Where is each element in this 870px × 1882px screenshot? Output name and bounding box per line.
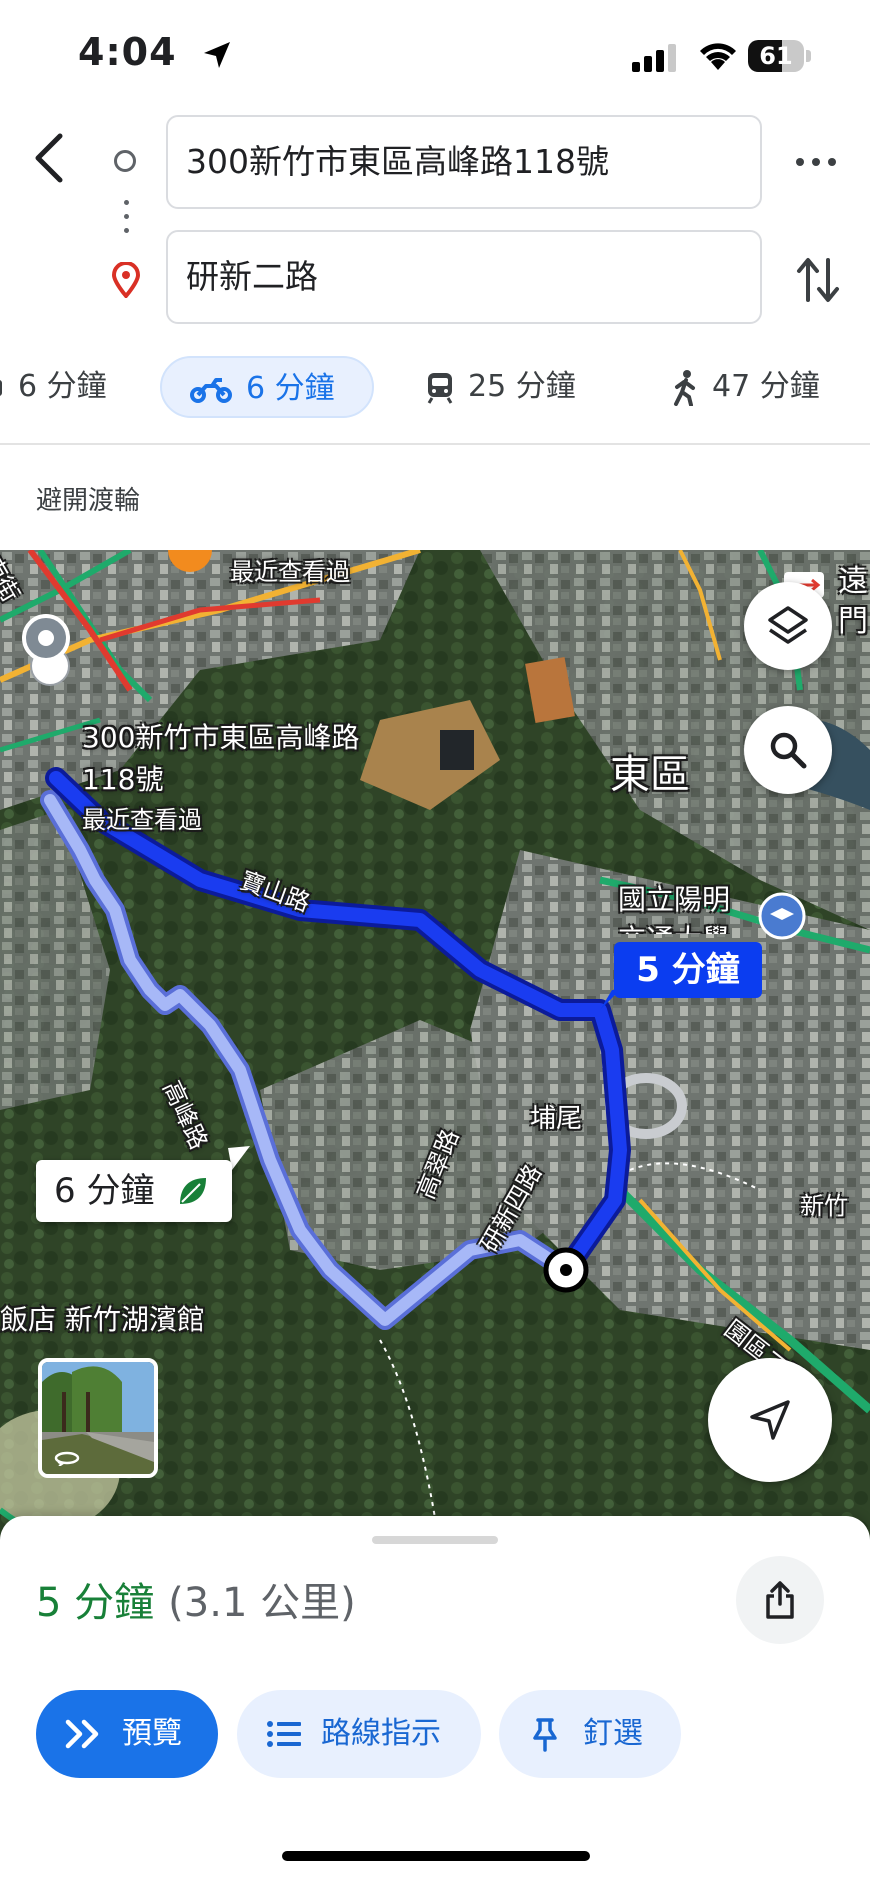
layers-icon <box>768 606 808 644</box>
map-label-place: 埔尾 <box>530 1104 583 1134</box>
battery-indicator: 61 <box>748 40 812 72</box>
list-icon <box>267 1721 301 1747</box>
layers-button[interactable] <box>744 582 832 670</box>
route-connector-dot <box>124 200 129 205</box>
my-location-button[interactable] <box>708 1358 832 1482</box>
map-label-edge: 門 <box>838 604 868 639</box>
battery-level: 61 <box>759 42 793 70</box>
map-view[interactable]: 南街 最近查看過 遠 門 300新竹市東區高峰路 118號 最近查看過 東區 國… <box>0 550 870 1550</box>
route-connector-dot <box>124 214 129 219</box>
tab-transit-label: 25 分鐘 <box>468 369 576 404</box>
tab-walk[interactable]: 47 分鐘 <box>672 356 820 418</box>
route-distance: (3.1 公里) <box>168 1580 356 1626</box>
motorcycle-icon <box>190 377 232 403</box>
pin-label: 釘選 <box>583 1716 643 1751</box>
tab-drive[interactable]: 6 分鐘 <box>0 356 107 418</box>
map-label-area: 新竹 <box>800 1192 848 1220</box>
origin-map-label: 118號 <box>82 763 164 796</box>
origin-field[interactable]: 300新竹市東區高峰路118號 <box>166 115 762 209</box>
origin-circle-icon <box>114 150 136 172</box>
route-summary: 5 分鐘 (3.1 公里) <box>36 1570 356 1628</box>
map-label-recent: 最近查看過 <box>230 558 350 586</box>
tab-transit[interactable]: 25 分鐘 <box>426 356 576 418</box>
status-bar: 4:04 61 <box>0 0 870 110</box>
origin-recent-label: 最近查看過 <box>82 806 202 834</box>
origin-map-label: 300新竹市東區高峰路 <box>82 721 360 754</box>
travel-mode-tabs: 6 分鐘 6 分鐘 25 分鐘 47 分鐘 <box>0 356 870 436</box>
more-options-button[interactable] <box>796 150 840 174</box>
route-bottom-sheet[interactable]: 5 分鐘 (3.1 公里) 預覽 路線指示 釘選 <box>0 1516 870 1882</box>
route-connector-dot <box>124 228 129 233</box>
swap-route-button[interactable] <box>796 254 840 306</box>
share-icon <box>766 1581 794 1619</box>
cellular-signal-icon <box>632 44 676 72</box>
steps-label: 路線指示 <box>321 1716 441 1751</box>
destination-pin-icon <box>111 262 141 298</box>
divider <box>0 443 870 445</box>
tab-motorcycle-label: 6 分鐘 <box>246 371 335 406</box>
map-label-hotel: 飯店 新竹湖濱館 <box>0 1303 205 1336</box>
navigation-arrow-icon <box>750 1400 790 1440</box>
location-arrow-icon <box>204 42 230 68</box>
alternative-route-duration-label: 6 分鐘 <box>54 1171 155 1211</box>
destination-field[interactable]: 研新二路 <box>166 230 762 324</box>
preview-label: 預覽 <box>122 1716 182 1751</box>
back-button[interactable] <box>28 132 72 184</box>
share-button[interactable] <box>736 1556 824 1644</box>
rotate-360-icon <box>54 1451 80 1466</box>
preview-button[interactable]: 預覽 <box>36 1690 218 1778</box>
map-label-university: 國立陽明 <box>618 883 731 916</box>
route-duration: 5 分鐘 <box>36 1580 155 1626</box>
tab-motorcycle[interactable]: 6 分鐘 <box>160 356 374 418</box>
search-button[interactable] <box>744 706 832 794</box>
home-indicator <box>282 1851 590 1861</box>
eco-leaf-icon <box>180 1178 206 1204</box>
status-time: 4:04 <box>78 30 177 74</box>
search-icon <box>770 732 807 769</box>
pin-icon <box>533 1718 557 1752</box>
tab-walk-label: 47 分鐘 <box>712 369 820 404</box>
train-icon <box>427 372 453 404</box>
map-label-district: 東區 <box>610 752 690 798</box>
map-label-edge: 遠 <box>838 564 868 599</box>
car-icon <box>0 379 2 396</box>
selected-route-duration[interactable]: 5 分鐘 <box>614 942 762 998</box>
street-view-thumbnail[interactable] <box>38 1358 158 1478</box>
pin-button[interactable]: 釘選 <box>499 1690 681 1778</box>
tab-drive-label: 6 分鐘 <box>18 369 107 404</box>
steps-button[interactable]: 路線指示 <box>237 1690 481 1778</box>
avoid-ferries-option[interactable]: 避開渡輪 <box>36 480 140 517</box>
sheet-drag-handle[interactable] <box>372 1536 498 1544</box>
walk-icon <box>674 369 695 407</box>
wifi-icon <box>700 43 736 70</box>
double-chevron-right-icon <box>65 1719 99 1749</box>
